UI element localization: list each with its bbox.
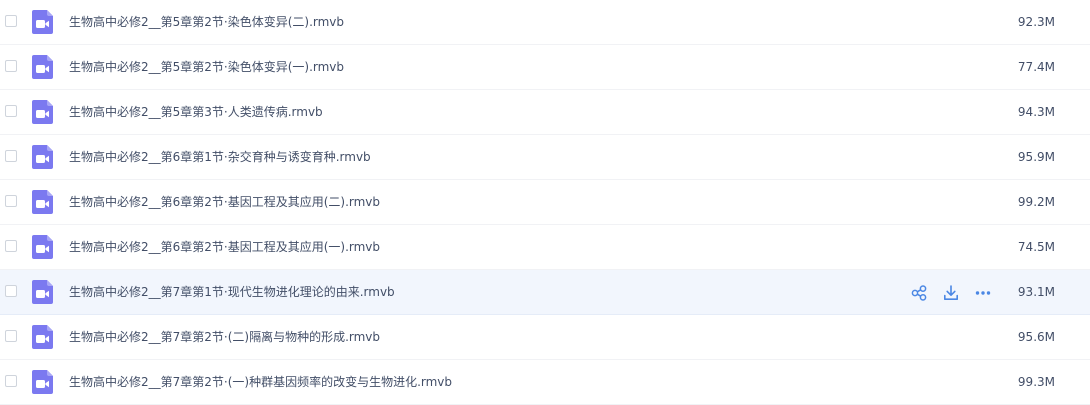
row-checkbox[interactable] [5,195,17,207]
file-size: 93.1M [1017,285,1055,299]
file-list: 生物高中必修2__第5章第2节·染色体变异(二).rmvb 92.3M 生物高中… [0,0,1090,405]
download-icon[interactable] [942,284,960,302]
row-checkbox[interactable] [5,330,17,342]
file-size: 99.3M [1017,375,1055,389]
row-checkbox[interactable] [5,105,17,117]
file-row[interactable]: 生物高中必修2__第6章第2节·基因工程及其应用(二).rmvb 99.2M [0,180,1090,225]
video-file-icon [32,100,53,124]
file-size: 95.9M [1017,150,1055,164]
row-checkbox[interactable] [5,375,17,387]
file-row[interactable]: 生物高中必修2__第7章第2节·(一)种群基因频率的改变与生物进化.rmvb 9… [0,360,1090,405]
file-row[interactable]: 生物高中必修2__第5章第3节·人类遗传病.rmvb 94.3M [0,90,1090,135]
file-row[interactable]: 生物高中必修2__第7章第2节·(二)隔离与物种的形成.rmvb 95.6M [0,315,1090,360]
file-row[interactable]: 生物高中必修2__第5章第2节·染色体变异(二).rmvb 92.3M [0,0,1090,45]
file-name[interactable]: 生物高中必修2__第6章第1节·杂交育种与诱变育种.rmvb [69,149,371,165]
video-file-icon [32,235,53,259]
row-checkbox[interactable] [5,150,17,162]
row-actions [910,284,992,302]
file-name[interactable]: 生物高中必修2__第7章第2节·(一)种群基因频率的改变与生物进化.rmvb [69,374,452,390]
file-name[interactable]: 生物高中必修2__第5章第2节·染色体变异(二).rmvb [69,14,344,30]
file-name[interactable]: 生物高中必修2__第5章第2节·染色体变异(一).rmvb [69,59,344,75]
share-icon[interactable] [910,284,928,302]
file-size: 95.6M [1017,330,1055,344]
video-file-icon [32,280,53,304]
video-file-icon [32,370,53,394]
file-size: 94.3M [1017,105,1055,119]
file-size: 92.3M [1017,15,1055,29]
row-checkbox[interactable] [5,240,17,252]
file-size: 77.4M [1017,60,1055,74]
file-row[interactable]: 生物高中必修2__第6章第2节·基因工程及其应用(一).rmvb 74.5M [0,225,1090,270]
row-checkbox[interactable] [5,15,17,27]
video-file-icon [32,55,53,79]
video-file-icon [32,10,53,34]
file-row[interactable]: 生物高中必修2__第6章第1节·杂交育种与诱变育种.rmvb 95.9M [0,135,1090,180]
row-checkbox[interactable] [5,285,17,297]
file-name[interactable]: 生物高中必修2__第5章第3节·人类遗传病.rmvb [69,104,323,120]
video-file-icon [32,190,53,214]
file-name[interactable]: 生物高中必修2__第6章第2节·基因工程及其应用(二).rmvb [69,194,380,210]
video-file-icon [32,145,53,169]
file-size: 99.2M [1017,195,1055,209]
file-row[interactable]: 生物高中必修2__第5章第2节·染色体变异(一).rmvb 77.4M [0,45,1090,90]
video-file-icon [32,325,53,349]
file-size: 74.5M [1017,240,1055,254]
file-name[interactable]: 生物高中必修2__第7章第1节·现代生物进化理论的由来.rmvb [69,284,395,300]
file-name[interactable]: 生物高中必修2__第6章第2节·基因工程及其应用(一).rmvb [69,239,380,255]
more-icon[interactable] [974,284,992,302]
file-name[interactable]: 生物高中必修2__第7章第2节·(二)隔离与物种的形成.rmvb [69,329,380,345]
row-checkbox[interactable] [5,60,17,72]
file-row-hovered[interactable]: 生物高中必修2__第7章第1节·现代生物进化理论的由来.rmvb 93.1M [0,270,1090,315]
